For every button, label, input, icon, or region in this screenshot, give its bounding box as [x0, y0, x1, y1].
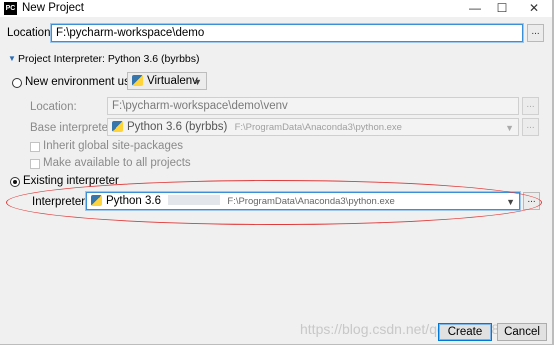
interpreter-section-header[interactable]: Project Interpreter: Python 3.6 (byrbbs): [18, 53, 200, 65]
chevron-down-icon: ▼: [505, 123, 514, 133]
python-icon: [91, 195, 102, 206]
title-bar: PC New Project — ☐ ✕: [0, 0, 554, 17]
make-available-label: Make available to all projects: [43, 157, 191, 169]
inherit-packages-label: Inherit global site-packages: [43, 140, 183, 152]
chevron-down-icon: ▼: [506, 197, 515, 207]
pycharm-logo-icon: PC: [4, 2, 17, 15]
base-interpreter-label: Base interpreter:: [30, 122, 116, 134]
environment-tool-value: Virtualenv: [147, 75, 198, 87]
make-available-checkbox[interactable]: [30, 159, 40, 169]
maximize-button[interactable]: ☐: [486, 0, 518, 17]
location-label: Location:: [7, 27, 54, 39]
base-interpreter-name: Python 3.6 (byrbbs): [127, 121, 228, 133]
base-interpreter-dropdown[interactable]: Python 3.6 (byrbbs) F:\ProgramData\Anaco…: [107, 118, 519, 136]
redacted-region: [168, 195, 221, 205]
location-input[interactable]: F:\pycharm-workspace\demo: [51, 24, 523, 42]
python-icon: [112, 121, 123, 132]
existing-interpreter-radio[interactable]: [10, 177, 20, 187]
interpreter-name: Python 3.6: [106, 195, 161, 207]
interpreter-browse-button[interactable]: ...: [523, 192, 540, 210]
create-button[interactable]: Create: [438, 323, 492, 341]
venv-location-input[interactable]: F:\pycharm-workspace\demo\venv: [107, 97, 519, 115]
cancel-button[interactable]: Cancel: [497, 323, 547, 341]
environment-tool-dropdown[interactable]: Virtualenv ▼: [127, 72, 207, 90]
location-browse-button[interactable]: ...: [527, 24, 544, 42]
base-interpreter-browse-button[interactable]: ...: [522, 118, 539, 136]
window-title: New Project: [22, 2, 84, 14]
close-button[interactable]: ✕: [518, 0, 550, 17]
interpreter-path: F:\ProgramData\Anaconda3\python.exe: [227, 196, 395, 207]
chevron-down-icon: ▼: [193, 77, 202, 87]
section-toggle-icon[interactable]: ▼: [8, 54, 16, 63]
virtualenv-icon: [132, 75, 143, 86]
new-environment-radio[interactable]: [12, 78, 22, 88]
interpreter-dropdown[interactable]: Python 3.6 F:\ProgramData\Anaconda3\pyth…: [86, 192, 520, 210]
existing-interpreter-label: Existing interpreter: [23, 175, 119, 187]
venv-location-label: Location:: [30, 101, 77, 113]
base-interpreter-path: F:\ProgramData\Anaconda3\python.exe: [234, 122, 402, 133]
interpreter-label: Interpreter:: [32, 196, 89, 208]
inherit-packages-checkbox[interactable]: [30, 142, 40, 152]
venv-location-browse-button[interactable]: ...: [522, 97, 539, 115]
